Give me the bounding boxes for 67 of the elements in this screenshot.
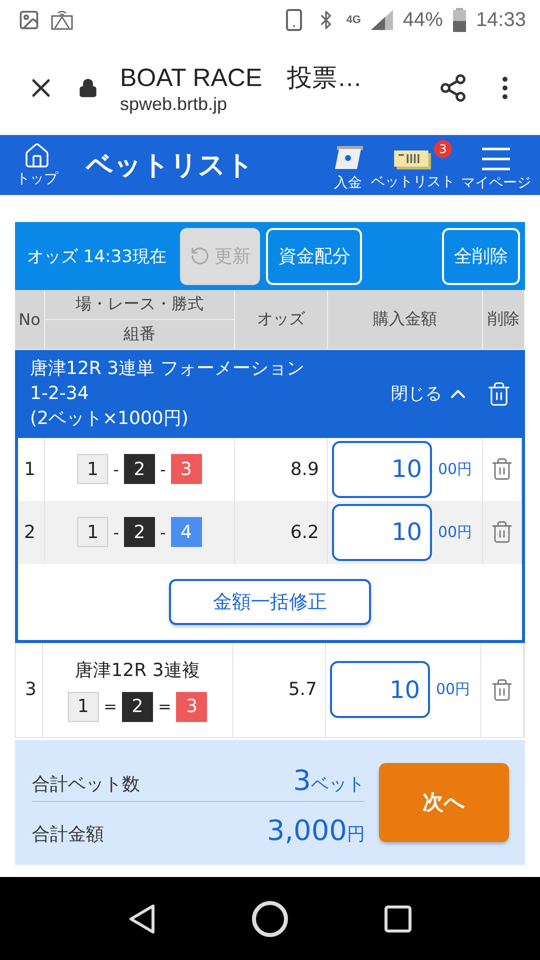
home-icon[interactable] xyxy=(250,900,289,938)
boat-number: 1 xyxy=(77,517,108,548)
amount-field[interactable]: 10 xyxy=(332,504,432,561)
toolbar-button[interactable]: 全削除 xyxy=(442,228,520,284)
column-header: オッズ xyxy=(235,290,328,350)
share-icon[interactable] xyxy=(438,72,468,102)
delete-icon[interactable] xyxy=(490,457,514,482)
signal-icon xyxy=(370,10,393,30)
separator: - xyxy=(160,460,166,479)
amount-field[interactable]: 10 xyxy=(330,661,430,718)
amount-unit: 00円 xyxy=(436,680,470,700)
odds-cell: 5.7 xyxy=(233,642,326,737)
bulk-edit-button[interactable]: 金額一括修正 xyxy=(169,578,371,625)
separator: = xyxy=(104,697,117,716)
summary-label: 合計金額 xyxy=(32,823,104,846)
column-header: 削除 xyxy=(483,290,525,350)
bet-title: 唐津12R 3連複 xyxy=(75,658,200,682)
next-button[interactable]: 次へ xyxy=(379,762,509,842)
delete-icon[interactable] xyxy=(490,678,514,702)
boat-number: 1 xyxy=(77,454,108,484)
column-header: 購入金額 xyxy=(328,290,483,350)
separator: - xyxy=(113,460,119,479)
group-detail: (2ベット×1000円) xyxy=(30,407,190,432)
column-header: 場・レース・勝式 xyxy=(45,290,235,320)
delete-icon[interactable] xyxy=(486,380,512,407)
separator: - xyxy=(160,522,166,542)
page-title: BOAT RACE 投票… xyxy=(120,62,364,94)
header-action[interactable]: マイページ xyxy=(458,138,534,192)
boat-number: 3 xyxy=(170,454,202,484)
summary-value: 3ベット xyxy=(293,764,365,798)
group-title: 唐津12R 3連単 フォーメーション xyxy=(30,357,306,381)
page-url: spweb.brtb.jp xyxy=(120,94,228,114)
amount-unit: 00円 xyxy=(438,522,472,542)
image-icon xyxy=(18,9,40,31)
delete-icon[interactable] xyxy=(490,520,514,544)
battery-level: 44% xyxy=(402,8,443,32)
summary-label: 合計ベット数 xyxy=(32,773,140,796)
amount-field[interactable]: 10 xyxy=(332,440,432,498)
boat-number: 2 xyxy=(124,517,155,548)
amount-unit: 00円 xyxy=(438,460,472,479)
summary-value: 3,000円 xyxy=(266,814,365,848)
toolbar-button[interactable]: 資金配分 xyxy=(266,228,362,284)
network-type: 4G xyxy=(346,14,361,26)
boat-number: 4 xyxy=(170,517,202,548)
odds-time: オッズ 14:33現在 xyxy=(27,246,166,268)
boat-number: 2 xyxy=(124,454,155,484)
boat-number: 2 xyxy=(122,692,153,722)
count-badge: 3 xyxy=(434,140,452,158)
boat-number: 3 xyxy=(176,692,208,722)
collapse-toggle[interactable]: 閉じる xyxy=(385,380,476,407)
group-combo: 1-2-34 xyxy=(30,382,90,406)
column-header: No xyxy=(15,290,45,350)
separator: = xyxy=(158,697,172,716)
back-icon[interactable] xyxy=(128,902,156,934)
clock: 14:33 xyxy=(476,8,526,32)
battery-icon xyxy=(452,8,466,32)
screen-title: ベットリスト xyxy=(86,149,255,183)
screen-icon xyxy=(50,8,74,32)
separator: - xyxy=(113,522,119,542)
boat-number: 1 xyxy=(68,692,99,722)
home-button[interactable]: トップ xyxy=(16,142,58,188)
header-action[interactable]: 3 ベットリスト xyxy=(368,140,458,190)
header-action[interactable]: 入金 xyxy=(328,138,368,192)
recents-icon[interactable] xyxy=(384,904,412,932)
column-header: 組番 xyxy=(45,320,235,350)
row-number: 3 xyxy=(16,642,43,737)
lock-icon xyxy=(78,78,98,98)
